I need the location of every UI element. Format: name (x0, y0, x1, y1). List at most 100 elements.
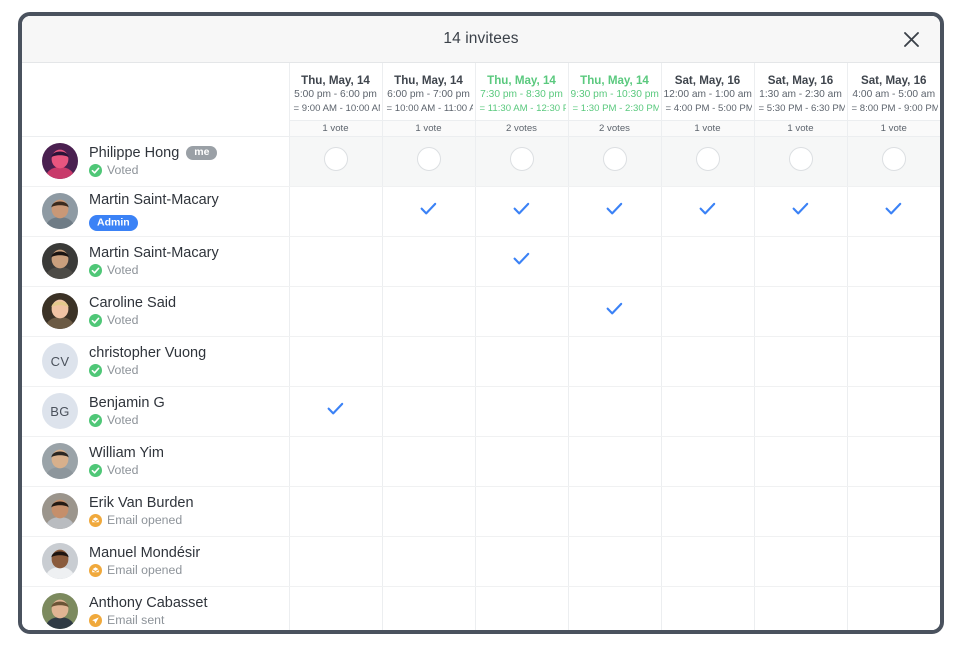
vote-cell[interactable] (660, 336, 754, 387)
invitee[interactable]: William Yim Voted (42, 443, 289, 479)
invitee[interactable]: Martin Saint-Macary Voted (42, 243, 289, 279)
vote-check-icon[interactable] (327, 402, 344, 416)
invitee[interactable]: Philippe Hong me Voted (42, 143, 289, 179)
vote-cell[interactable] (288, 586, 382, 630)
vote-radio[interactable] (323, 146, 348, 171)
vote-check-icon[interactable] (420, 202, 437, 216)
vote-check-icon[interactable] (885, 202, 902, 216)
vote-cell[interactable] (567, 536, 661, 587)
vote-cell[interactable] (288, 286, 382, 337)
vote-cell[interactable] (381, 536, 475, 587)
vote-radio[interactable] (788, 146, 813, 171)
slot-header-6[interactable]: Sat, May, 16 1:30 am - 2:30 am = 5:30 PM -… (753, 63, 847, 120)
vote-cell[interactable] (381, 286, 475, 337)
slot-header-4[interactable]: Thu, May, 14 9:30 pm - 10:30 pm = 1:30 PM … (567, 63, 661, 120)
vote-cell[interactable] (381, 336, 475, 387)
vote-radio[interactable] (695, 146, 720, 171)
vote-check-icon[interactable] (606, 302, 623, 316)
vote-radio[interactable] (416, 146, 441, 171)
vote-cell[interactable] (846, 386, 940, 437)
vote-cell[interactable] (567, 486, 661, 537)
vote-cell[interactable] (660, 236, 754, 287)
vote-check-icon[interactable] (699, 202, 716, 216)
vote-cell[interactable] (660, 586, 754, 630)
vote-cell[interactable] (567, 586, 661, 630)
vote-cell[interactable] (846, 586, 940, 630)
vote-check-icon[interactable] (513, 202, 530, 216)
vote-cell[interactable] (846, 486, 940, 537)
vote-cell[interactable] (753, 386, 847, 437)
vote-cell[interactable] (474, 236, 568, 287)
vote-check-icon[interactable] (606, 202, 623, 216)
vote-cell[interactable] (567, 386, 661, 437)
vote-cell[interactable] (288, 436, 382, 487)
vote-cell[interactable] (846, 336, 940, 387)
vote-cell[interactable] (660, 386, 754, 437)
vote-radio[interactable] (602, 146, 627, 171)
invitee[interactable]: Erik Van Burden Email opened (42, 493, 289, 529)
slot-header-2[interactable]: Thu, May, 14 6:00 pm - 7:00 pm = 10:00 AM … (381, 63, 475, 120)
vote-cell[interactable] (846, 236, 940, 287)
vote-cell[interactable] (753, 586, 847, 630)
vote-cell[interactable] (474, 286, 568, 337)
vote-cell[interactable] (567, 436, 661, 487)
vote-cell[interactable] (567, 286, 661, 337)
vote-cell[interactable] (846, 536, 940, 587)
vote-cell[interactable] (381, 136, 475, 187)
vote-cell[interactable] (753, 536, 847, 587)
vote-cell[interactable] (381, 586, 475, 630)
vote-cell[interactable] (288, 386, 382, 437)
vote-cell[interactable] (753, 436, 847, 487)
vote-cell[interactable] (753, 336, 847, 387)
vote-check-icon[interactable] (792, 202, 809, 216)
invitee[interactable]: Martin Saint-Macary Admin (42, 192, 289, 231)
vote-cell[interactable] (474, 186, 568, 237)
vote-cell[interactable] (288, 486, 382, 537)
vote-cell[interactable] (474, 536, 568, 587)
invitee[interactable]: Anthony Cabasset Email sent (42, 593, 289, 629)
vote-cell[interactable] (660, 186, 754, 237)
vote-cell[interactable] (567, 236, 661, 287)
close-icon[interactable] (898, 26, 924, 52)
vote-check-icon[interactable] (513, 252, 530, 266)
vote-cell[interactable] (660, 136, 754, 187)
vote-cell[interactable] (474, 436, 568, 487)
vote-cell[interactable] (753, 186, 847, 237)
vote-cell[interactable] (288, 336, 382, 387)
invitee[interactable]: Caroline Said Voted (42, 293, 289, 329)
vote-cell[interactable] (660, 286, 754, 337)
vote-cell[interactable] (474, 136, 568, 187)
vote-cell[interactable] (567, 136, 661, 187)
vote-cell[interactable] (288, 136, 382, 187)
vote-cell[interactable] (753, 286, 847, 337)
invitee[interactable]: BG Benjamin G Voted (42, 393, 289, 429)
vote-radio[interactable] (881, 146, 906, 171)
vote-cell[interactable] (660, 436, 754, 487)
slot-header-7[interactable]: Sat, May, 16 4:00 am - 5:00 am = 8:00 PM -… (846, 63, 940, 120)
vote-cell[interactable] (753, 236, 847, 287)
vote-cell[interactable] (846, 286, 940, 337)
vote-cell[interactable] (474, 486, 568, 537)
invitee[interactable]: Manuel Mondésir Email opened (42, 543, 289, 579)
vote-cell[interactable] (474, 586, 568, 630)
vote-cell[interactable] (381, 236, 475, 287)
vote-cell[interactable] (381, 186, 475, 237)
poll-grid-scroll[interactable]: Thu, May, 14 5:00 pm - 6:00 pm = 9:00 AM -… (22, 63, 940, 630)
vote-cell[interactable] (660, 536, 754, 587)
slot-header-3[interactable]: Thu, May, 14 7:30 pm - 8:30 pm = 11:30 AM … (474, 63, 568, 120)
vote-cell[interactable] (753, 486, 847, 537)
vote-cell[interactable] (660, 486, 754, 537)
vote-cell[interactable] (288, 236, 382, 287)
vote-cell[interactable] (846, 136, 940, 187)
vote-cell[interactable] (846, 436, 940, 487)
vote-cell[interactable] (381, 486, 475, 537)
vote-cell[interactable] (846, 186, 940, 237)
vote-cell[interactable] (474, 336, 568, 387)
slot-header-5[interactable]: Sat, May, 16 12:00 am - 1:00 am = 4:00 PM … (660, 63, 754, 120)
invitee[interactable]: CV christopher Vuong Voted (42, 343, 289, 379)
vote-cell[interactable] (474, 386, 568, 437)
vote-cell[interactable] (753, 136, 847, 187)
slot-header-1[interactable]: Thu, May, 14 5:00 pm - 6:00 pm = 9:00 AM -… (288, 63, 382, 120)
vote-cell[interactable] (381, 436, 475, 487)
vote-cell[interactable] (567, 186, 661, 237)
